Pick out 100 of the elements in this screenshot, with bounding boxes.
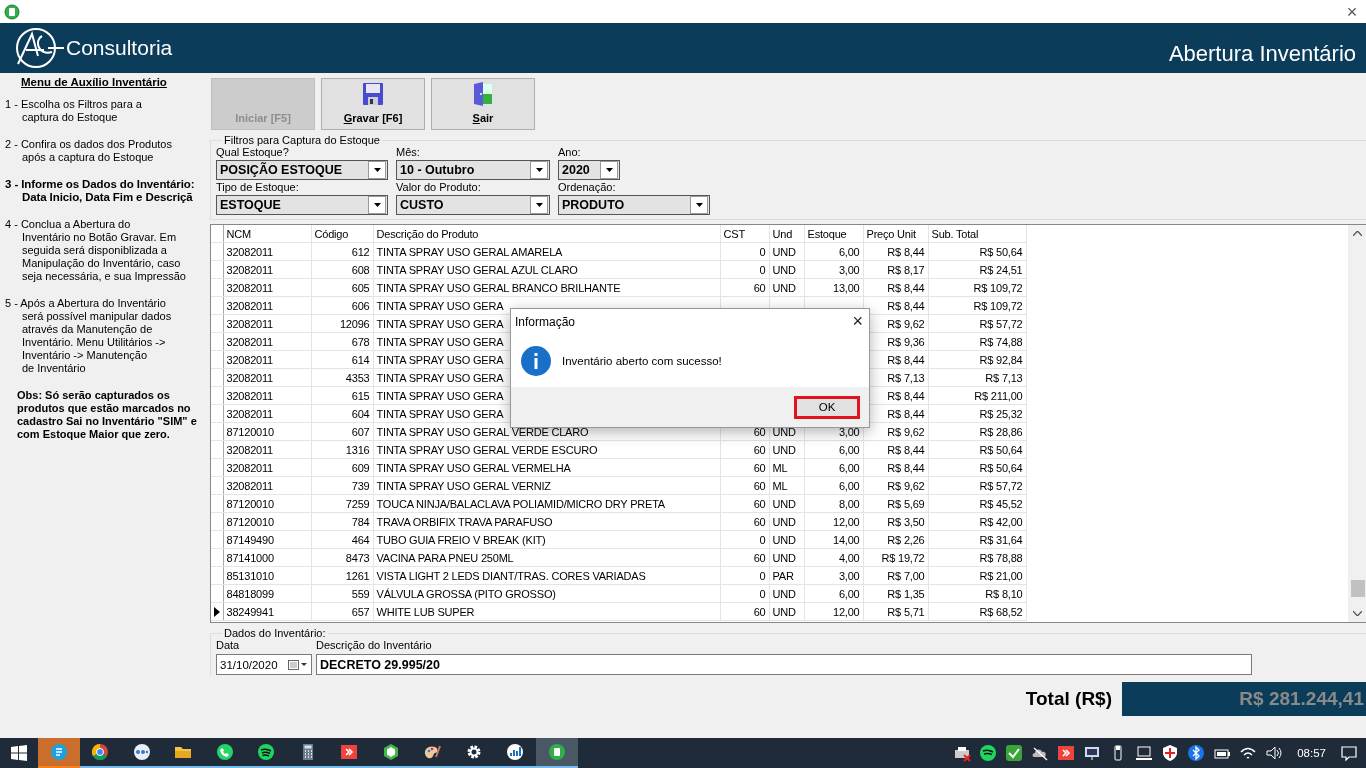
- column-header[interactable]: NCM: [223, 225, 311, 243]
- table-cell: R$ 7,13: [887, 371, 925, 384]
- calendar-dropdown-icon[interactable]: [288, 659, 308, 670]
- monitor-icon[interactable]: [1083, 744, 1102, 762]
- caret-icon: [373, 203, 381, 207]
- table-cell: 14,00: [832, 533, 860, 546]
- scrollbar-thumb[interactable]: [1350, 580, 1365, 597]
- table-cell: TINTA SPRAY USO GERA: [376, 389, 504, 402]
- table-cell: UND: [772, 245, 796, 258]
- column-header[interactable]: Und: [769, 225, 804, 243]
- table-cell: R$ 8,44: [887, 245, 925, 258]
- dropdown[interactable]: POSIÇÃO ESTOQUE: [216, 160, 388, 180]
- table-cell: 60: [753, 551, 766, 564]
- table-cell: R$ 8,17: [887, 263, 925, 276]
- column-header[interactable]: Sub. Total: [928, 225, 1026, 243]
- column-header[interactable]: Estoque: [804, 225, 863, 243]
- save-button[interactable]: Gravar [F6]: [321, 78, 425, 130]
- table-cell: R$ 5,71: [887, 605, 925, 618]
- table-cell: TINTA SPRAY USO GERA: [376, 317, 504, 330]
- bluetooth-icon[interactable]: [1187, 744, 1206, 762]
- table-cell: R$ 5,69: [887, 497, 925, 510]
- table-cell: 608: [351, 263, 370, 276]
- table-cell: 60: [753, 605, 766, 618]
- table-cell: R$ 9,36: [887, 335, 925, 348]
- table-cell: 605: [351, 281, 370, 294]
- exit-button[interactable]: Sair: [431, 78, 535, 130]
- column-header[interactable]: Preço Unit: [863, 225, 928, 243]
- table-cell: UND: [772, 587, 796, 600]
- field-label: Valor do Produto:: [396, 181, 482, 193]
- table-cell: R$ 42,00: [979, 515, 1023, 528]
- table-cell: 32082011: [226, 407, 274, 420]
- date-field[interactable]: 31/10/2020: [216, 654, 312, 675]
- total-value: R$ 281.244,41: [1122, 682, 1366, 716]
- help-step: 1 - Escolha os Filtros para a captura do Estoque: [5, 98, 210, 124]
- table-cell: 614: [351, 353, 370, 366]
- table-cell: 1261: [345, 569, 370, 582]
- table-cell: 784: [351, 515, 370, 528]
- menu-title: Menu de Auxílio Inventário: [21, 76, 167, 88]
- table-cell: R$ 50,64: [979, 443, 1023, 456]
- description-field[interactable]: DECRETO 29.995/20: [316, 654, 1252, 675]
- table-cell: 32082011: [226, 389, 274, 402]
- column-header[interactable]: Descrição do Produto: [373, 225, 720, 243]
- notification-icon[interactable]: [1340, 744, 1358, 762]
- audio-icon[interactable]: [979, 744, 998, 762]
- printer-icon[interactable]: [953, 744, 972, 762]
- dropdown[interactable]: 10 - Outubro: [396, 160, 550, 180]
- remote-icon[interactable]: [1057, 744, 1076, 762]
- chart-icon: [505, 742, 526, 762]
- table-cell: 612: [351, 245, 370, 258]
- table-cell: 657: [351, 605, 370, 618]
- table-cell: UND: [772, 533, 796, 546]
- table-cell: R$ 57,72: [979, 479, 1023, 492]
- table-cell: 60: [753, 497, 766, 510]
- help-step: 5 - Após a Abertura do Inventário será possível manipular dados através da Manutenção de Inventário. Menu Utilitários -> Inventário -> Manutenção de Inventário: [5, 297, 210, 375]
- table-cell: R$ 50,64: [979, 245, 1023, 258]
- table-cell: TINTA SPRAY USO GERAL BRANCO BRILHANTE: [376, 281, 621, 294]
- speaker-icon[interactable]: [1265, 744, 1284, 762]
- table-cell: R$ 8,44: [887, 299, 925, 312]
- table-cell: R$ 9,62: [887, 425, 925, 438]
- remote-icon: [339, 742, 360, 762]
- scroll-down-icon[interactable]: [1353, 611, 1362, 616]
- table-cell: TRAVA ORBIFIX TRAVA PARAFUSO: [376, 515, 553, 528]
- taskbar-app[interactable]: [536, 738, 578, 768]
- table-cell: R$ 57,72: [979, 317, 1023, 330]
- shield-icon[interactable]: [1161, 744, 1180, 762]
- close-button[interactable]: ×: [1342, 1, 1362, 22]
- table-cell: R$ 109,72: [973, 299, 1023, 312]
- column-header[interactable]: Código: [311, 225, 373, 243]
- check-icon[interactable]: [1005, 744, 1024, 762]
- table-cell: 7259: [345, 497, 370, 510]
- table-cell: TINTA SPRAY USO GERAL AZUL CLARO: [376, 263, 578, 276]
- table-cell: R$ 7,00: [887, 569, 925, 582]
- dots-icon: [131, 742, 152, 762]
- table-cell: 0: [759, 245, 766, 258]
- dropdown[interactable]: 2020: [558, 160, 620, 180]
- app-icon: [546, 742, 567, 762]
- table-cell: 32082011: [226, 299, 274, 312]
- row-pointer-icon: [213, 606, 220, 617]
- table-cell: R$ 31,64: [979, 533, 1023, 546]
- table-cell: 6,00: [838, 245, 860, 258]
- scroll-up-icon[interactable]: [1353, 231, 1362, 236]
- calendar-icon: [288, 659, 307, 670]
- dropdown[interactable]: PRODUTO: [558, 195, 710, 215]
- table-cell: 12,00: [832, 605, 860, 618]
- chat-icon: [48, 742, 69, 762]
- ok-button[interactable]: OK: [794, 395, 860, 419]
- table-cell: WHITE LUB SUPER: [376, 605, 475, 618]
- dropdown[interactable]: CUSTO: [396, 195, 550, 215]
- table-cell: ML: [772, 461, 788, 474]
- column-header[interactable]: CST: [720, 225, 769, 243]
- field-label: Qual Estoque?: [216, 146, 290, 158]
- table-cell: 0: [759, 533, 766, 546]
- laptop-icon[interactable]: [1135, 744, 1154, 762]
- table-cell: 32082011: [226, 443, 274, 456]
- dropdown[interactable]: ESTOQUE: [216, 195, 388, 215]
- table-cell: 0: [759, 263, 766, 276]
- clock[interactable]: 08:57: [1297, 747, 1326, 759]
- table-cell: TUBO GUIA FREIO V BREAK (KIT): [376, 533, 546, 546]
- close-button[interactable]: ×: [852, 311, 863, 332]
- windows-icon[interactable]: [11, 745, 27, 761]
